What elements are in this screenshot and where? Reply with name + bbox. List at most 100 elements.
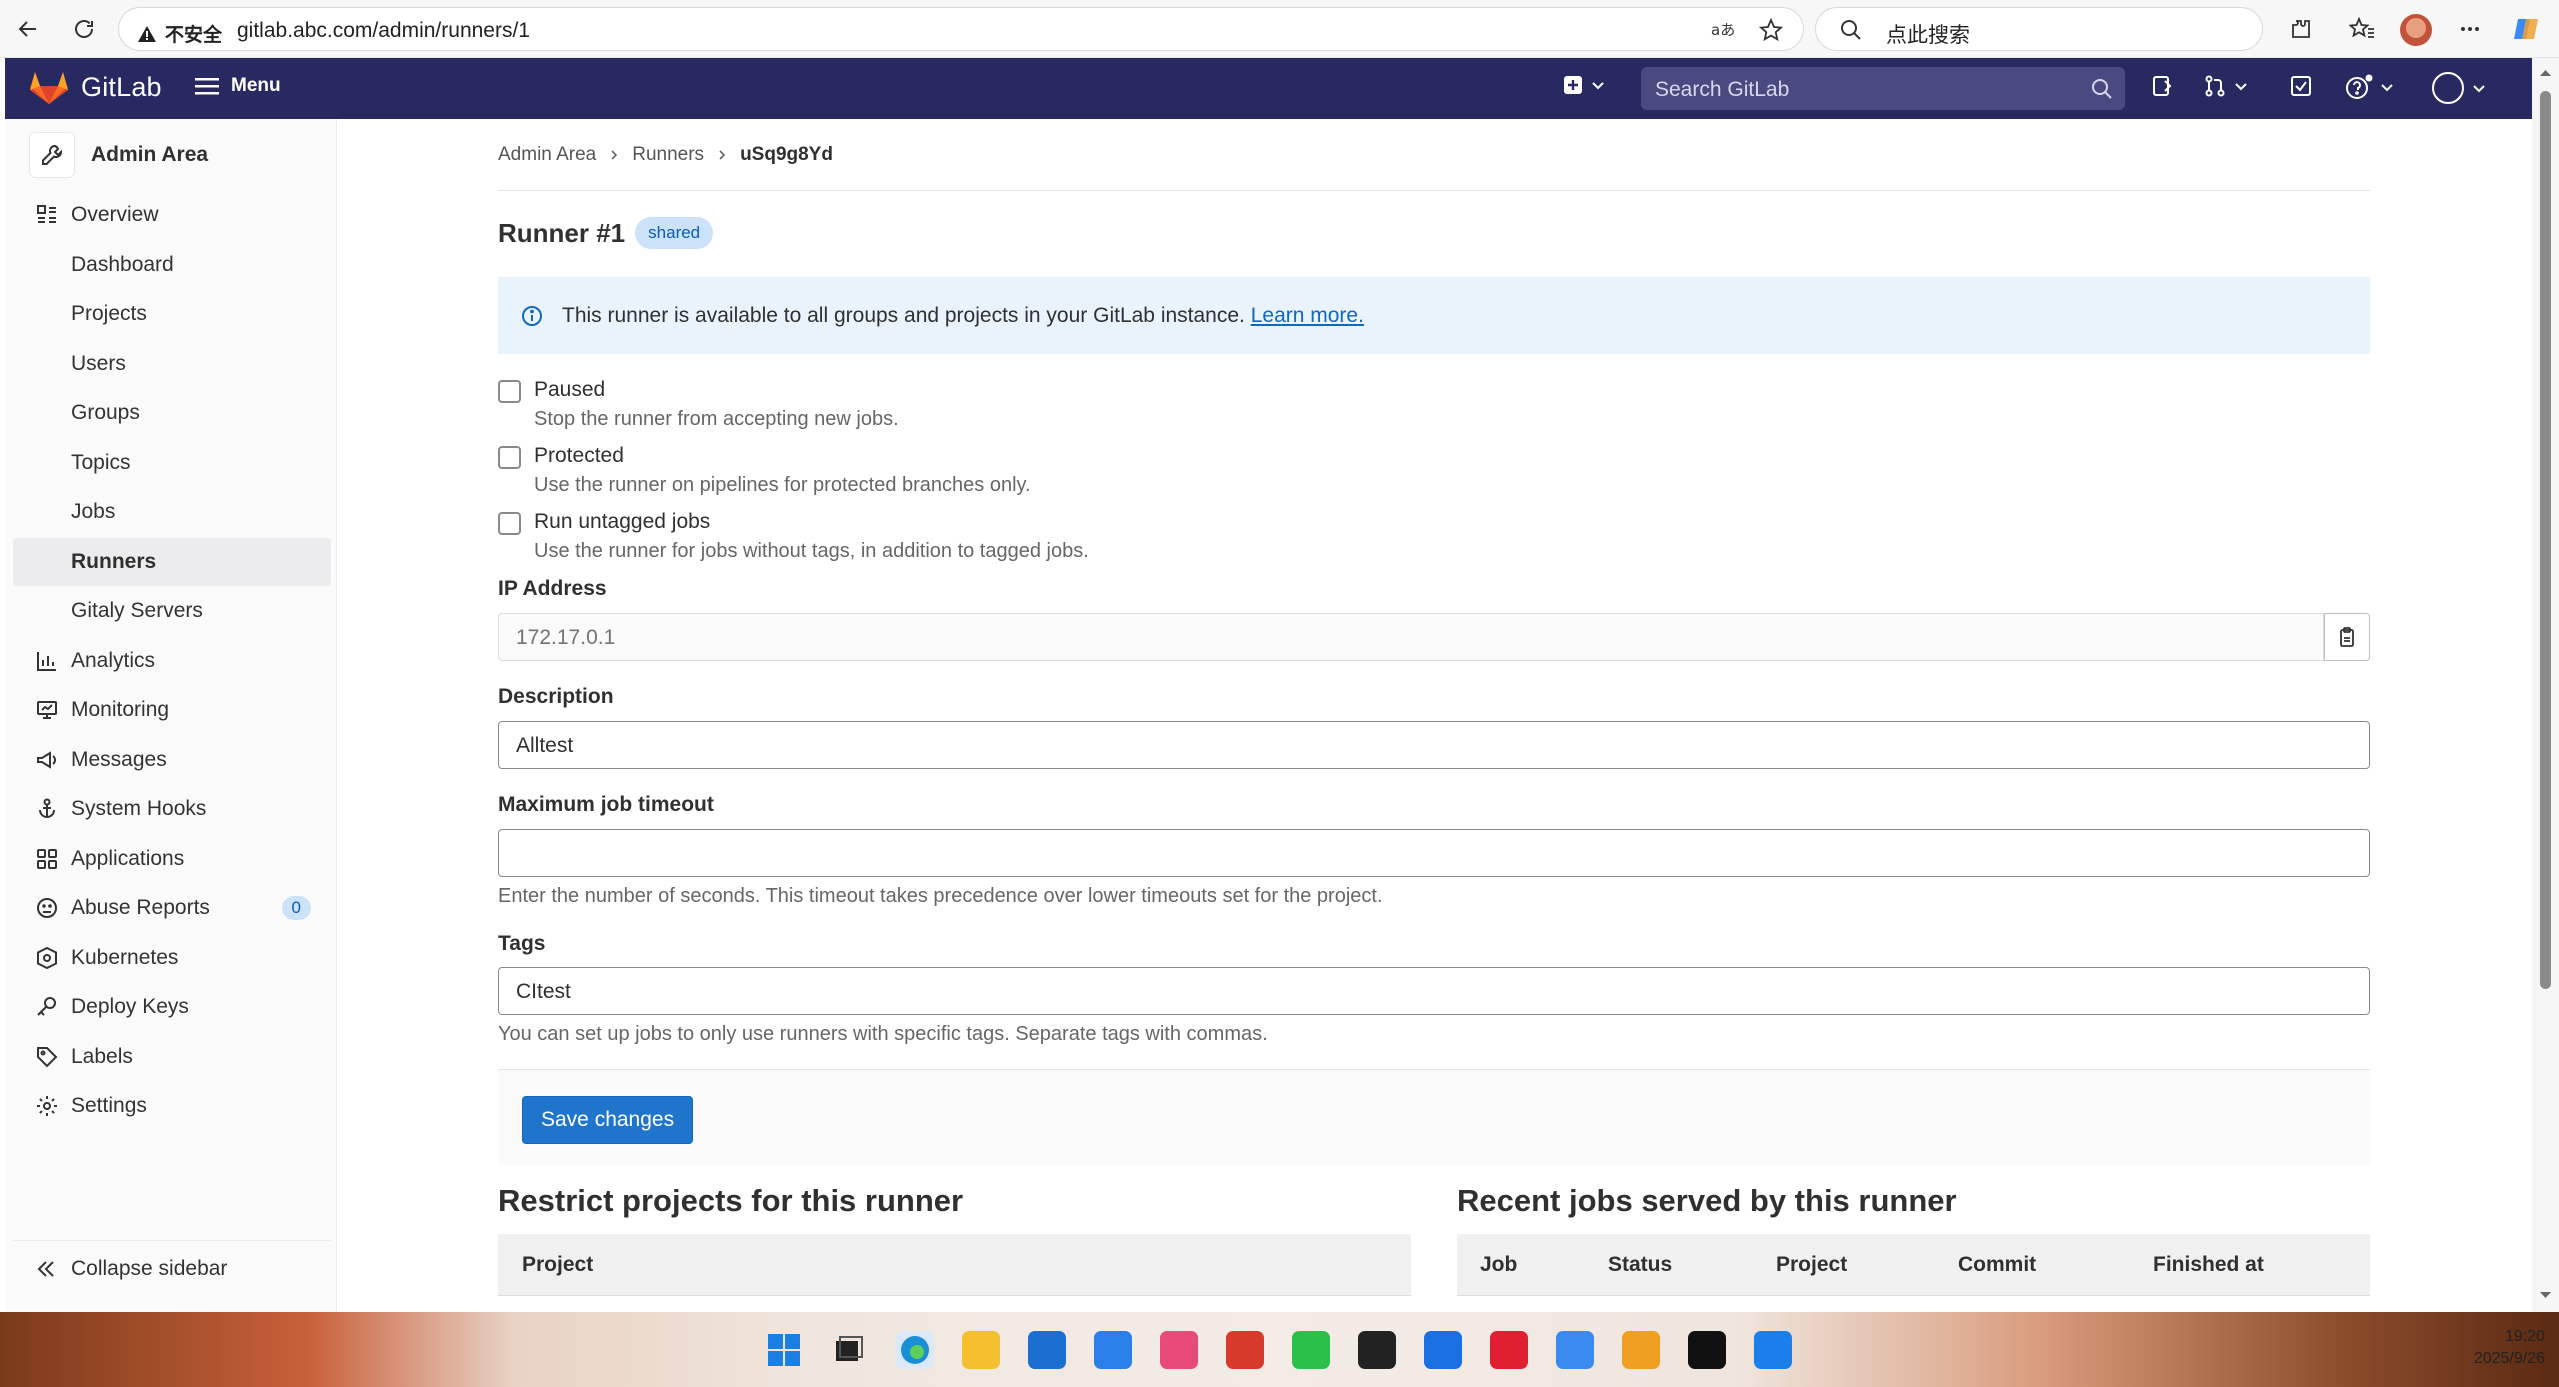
description-label: Description — [498, 685, 614, 708]
issues-icon[interactable] — [2150, 74, 2174, 98]
sidebar-item-monitoring[interactable]: Monitoring — [13, 688, 331, 732]
gear-icon — [37, 1096, 57, 1116]
page-scrollbar[interactable] — [2532, 58, 2559, 1312]
run-untagged-label[interactable]: Run untagged jobs — [534, 510, 1089, 534]
tanuki-logo-icon — [30, 72, 68, 104]
sidebar-item-analytics[interactable]: Analytics — [13, 639, 331, 683]
sidebar-item-label: System Hooks — [71, 797, 207, 820]
learn-more-link[interactable]: Learn more. — [1251, 304, 1364, 327]
sidebar-item-kubernetes[interactable]: Kubernetes — [13, 936, 331, 980]
sidebar-item-runners[interactable]: Runners — [13, 538, 331, 586]
app-icon-5[interactable] — [1490, 1331, 1528, 1369]
more-options-icon[interactable] — [2454, 13, 2486, 45]
scrollbar-thumb[interactable] — [2540, 91, 2551, 989]
breadcrumb-current[interactable]: uSq9g8Yd — [740, 144, 833, 166]
browser-search-box[interactable]: 点此搜索 — [1815, 7, 2263, 51]
sidebar-item-deploy-keys[interactable]: Deploy Keys — [13, 985, 331, 1029]
extensions-icon[interactable] — [2285, 13, 2317, 45]
breadcrumb-runners[interactable]: Runners — [632, 144, 704, 166]
gitlab-top-bar: GitLab Menu Search GitLab — [5, 58, 2532, 119]
security-warning[interactable]: 不安全 — [137, 20, 222, 47]
sidebar-item-dashboard[interactable]: Dashboard — [13, 243, 331, 287]
wechat-icon[interactable] — [1292, 1331, 1330, 1369]
address-bar[interactable]: 不安全 gitlab.abc.com/admin/runners/1 aあ — [118, 7, 1804, 51]
brand-name: GitLab — [81, 71, 162, 102]
app-icon-2[interactable] — [1160, 1331, 1198, 1369]
sidebar-item-abuse-reports[interactable]: Abuse Reports 0 — [13, 886, 331, 930]
copilot-icon[interactable] — [2510, 13, 2542, 45]
column-status: Status — [1608, 1253, 1673, 1276]
divider — [498, 190, 2370, 191]
favorites-list-icon[interactable] — [2346, 13, 2378, 45]
app-icon-3[interactable] — [1226, 1331, 1264, 1369]
gitlab-home-link[interactable]: GitLab — [29, 68, 162, 106]
clock-date: 2025/9/26 — [2473, 1350, 2545, 1367]
sidebar-item-label: Projects — [71, 302, 147, 325]
sidebar-item-users[interactable]: Users — [13, 342, 331, 386]
favorite-star-icon[interactable] — [1759, 18, 1783, 42]
sidebar-item-label: Kubernetes — [71, 946, 179, 969]
breadcrumb-admin-area[interactable]: Admin Area — [498, 144, 596, 166]
user-menu-dropdown[interactable] — [2431, 71, 2487, 105]
description-input[interactable]: Alltest — [498, 721, 2370, 769]
recent-jobs-heading: Recent jobs served by this runner — [1457, 1183, 1957, 1218]
plus-square-icon — [1564, 76, 1582, 94]
sidebar-item-jobs[interactable]: Jobs — [13, 490, 331, 534]
file-explorer-icon[interactable] — [962, 1331, 1000, 1369]
store-icon[interactable] — [1028, 1331, 1066, 1369]
gitlab-search-input[interactable]: Search GitLab — [1641, 67, 2125, 110]
sidebar-item-projects[interactable]: Projects — [13, 292, 331, 336]
help-dropdown[interactable] — [2345, 74, 2395, 100]
sidebar-item-labels[interactable]: Labels — [13, 1035, 331, 1079]
ip-address-label: IP Address — [498, 577, 607, 600]
reload-icon[interactable] — [68, 13, 100, 45]
sidebar-item-label: Runners — [71, 550, 157, 573]
runner-title: Runner #1 — [498, 217, 626, 248]
scroll-down-icon[interactable] — [2532, 1286, 2559, 1304]
profile-avatar[interactable] — [2400, 14, 2432, 46]
windows-start-icon[interactable] — [765, 1331, 803, 1369]
sidebar-item-settings[interactable]: Settings — [13, 1084, 331, 1128]
app-icon-8[interactable] — [1688, 1331, 1726, 1369]
url-text[interactable]: gitlab.abc.com/admin/runners/1 — [237, 19, 530, 43]
sidebar-item-gitaly-servers[interactable]: Gitaly Servers — [13, 589, 331, 633]
run-untagged-checkbox[interactable] — [498, 512, 521, 535]
tags-input[interactable]: CItest — [498, 967, 2370, 1015]
sidebar-item-groups[interactable]: Groups — [13, 391, 331, 435]
save-changes-button[interactable]: Save changes — [522, 1096, 694, 1144]
app-icon-7[interactable] — [1622, 1331, 1660, 1369]
form-actions: Save changes — [498, 1069, 2370, 1165]
translate-icon[interactable]: aあ — [1711, 19, 1737, 41]
protected-label[interactable]: Protected — [534, 444, 1031, 468]
sidebar-item-messages[interactable]: Messages — [13, 738, 331, 782]
sidebar-item-system-hooks[interactable]: System Hooks — [13, 787, 331, 831]
taskbar-clock[interactable]: 19:20 2025/9/26 — [2474, 1326, 2545, 1370]
app-icon-6[interactable] — [1556, 1331, 1594, 1369]
monitor-icon — [37, 701, 57, 719]
create-new-dropdown[interactable] — [1562, 74, 1606, 96]
paused-checkbox[interactable] — [498, 380, 521, 403]
collapse-sidebar-button[interactable]: Collapse sidebar — [13, 1240, 331, 1296]
scroll-up-icon[interactable] — [2532, 64, 2559, 82]
ip-address-field[interactable]: 172.17.0.1 — [498, 613, 2324, 661]
qq-icon[interactable] — [1358, 1331, 1396, 1369]
menu-button[interactable]: Menu — [195, 75, 281, 97]
app-icon-9[interactable] — [1754, 1331, 1792, 1369]
help-icon — [2346, 74, 2373, 99]
merge-requests-dropdown[interactable] — [2203, 74, 2249, 98]
edge-browser-icon[interactable] — [896, 1331, 934, 1369]
back-arrow-icon[interactable] — [12, 13, 44, 45]
sidebar-item-overview[interactable]: Overview — [13, 193, 331, 237]
max-timeout-input[interactable] — [498, 829, 2370, 877]
protected-checkbox[interactable] — [498, 446, 521, 469]
analytics-chart-icon — [37, 652, 56, 671]
task-view-icon[interactable] — [830, 1331, 868, 1369]
copy-ip-button[interactable] — [2324, 613, 2370, 661]
paused-label[interactable]: Paused — [534, 378, 899, 402]
sidebar-header-admin-area[interactable]: Admin Area — [15, 131, 335, 179]
sidebar-item-applications[interactable]: Applications — [13, 837, 331, 881]
app-icon-1[interactable] — [1094, 1331, 1132, 1369]
todos-icon[interactable] — [2289, 74, 2313, 98]
sidebar-item-topics[interactable]: Topics — [13, 441, 331, 485]
app-icon-4[interactable] — [1424, 1331, 1462, 1369]
